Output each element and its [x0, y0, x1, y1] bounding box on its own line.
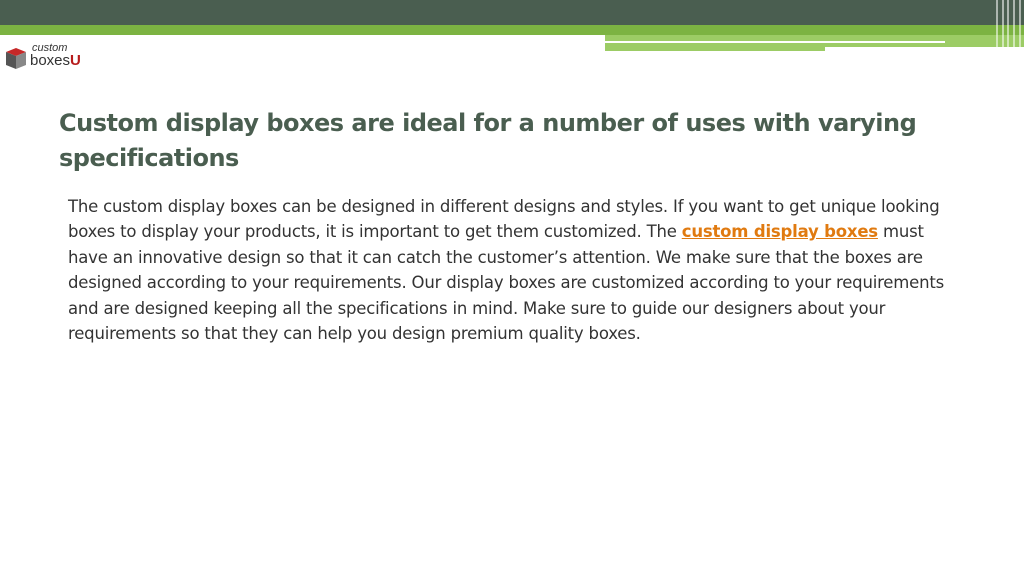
box-icon [6, 48, 26, 69]
header-stripes [994, 0, 1024, 51]
logo-word-boxes: boxesU [30, 52, 81, 69]
header-accent-line-thin [605, 41, 945, 43]
header-white-segment [0, 35, 605, 39]
slide-title: Custom display boxes are ideal for a num… [59, 109, 917, 172]
logo-letter-u: U [70, 52, 81, 69]
header-accent-segment [605, 35, 1024, 51]
custom-display-boxes-link[interactable]: custom display boxes [682, 222, 878, 241]
header-accent-line [0, 25, 1024, 35]
slide-body: The custom display boxes can be designed… [68, 194, 968, 346]
header-bar [0, 0, 1024, 25]
brand-logo: custom boxesU [4, 40, 84, 76]
